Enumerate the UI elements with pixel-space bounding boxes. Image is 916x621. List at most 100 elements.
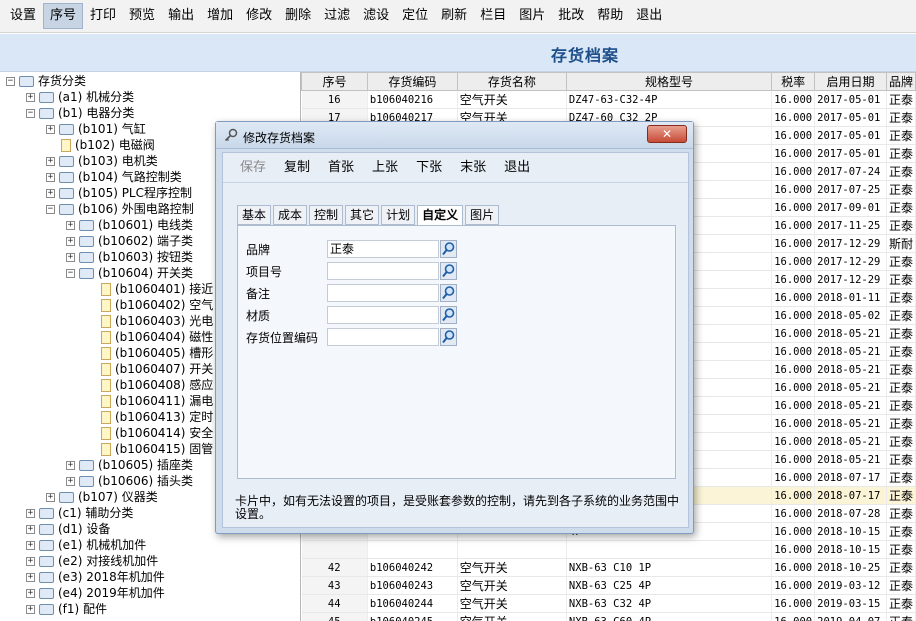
- tree-node[interactable]: (b102) 电磁阀: [46, 137, 155, 153]
- toolbar-button[interactable]: 上张: [363, 157, 407, 179]
- tree-node[interactable]: + (b101) 气缸: [46, 121, 146, 137]
- expand-icon[interactable]: +: [26, 541, 35, 550]
- tree-node[interactable]: (b1060411) 漏电: [86, 393, 213, 409]
- search-button[interactable]: [440, 306, 457, 324]
- tree-node[interactable]: + (e4) 2019年机加件: [26, 585, 165, 601]
- field-input[interactable]: [327, 328, 439, 346]
- tree-node[interactable]: + (b10601) 电线类: [66, 217, 193, 233]
- toolbar-button[interactable]: 下张: [407, 157, 451, 179]
- tree-node[interactable]: + (b105) PLC程序控制: [46, 185, 192, 201]
- menu-item[interactable]: 滤设: [357, 3, 395, 29]
- tab[interactable]: 其它: [345, 205, 380, 225]
- tree-node[interactable]: (b1060414) 安全: [86, 425, 213, 441]
- menu-item[interactable]: 刷新: [435, 3, 473, 29]
- tab[interactable]: 基本: [237, 205, 272, 225]
- toolbar-button[interactable]: 首张: [319, 157, 363, 179]
- expand-icon[interactable]: +: [66, 461, 75, 470]
- tree-node[interactable]: (b1060413) 定时: [86, 409, 213, 425]
- expand-icon[interactable]: +: [26, 509, 35, 518]
- menu-item[interactable]: 过滤: [318, 3, 356, 29]
- collapse-icon[interactable]: −: [6, 77, 15, 86]
- tree-node[interactable]: (b1060407) 开关: [86, 361, 213, 377]
- menu-item[interactable]: 帮助: [591, 3, 629, 29]
- table-row[interactable]: 16 b106040216 空气开关 DZ47-63-C32-4P 16.000 2017…: [301, 90, 916, 109]
- tab[interactable]: 自定义: [417, 205, 464, 227]
- expand-icon[interactable]: +: [26, 573, 35, 582]
- menu-item[interactable]: 删除: [279, 3, 317, 29]
- expand-icon[interactable]: +: [26, 605, 35, 614]
- tree-node[interactable]: + (f1) 配件: [26, 601, 107, 617]
- column-header[interactable]: 序号: [301, 72, 368, 91]
- search-button[interactable]: [440, 328, 457, 346]
- tree-node[interactable]: + (b10605) 插座类: [66, 457, 193, 473]
- expand-icon[interactable]: +: [46, 125, 55, 134]
- menu-item[interactable]: 增加: [201, 3, 239, 29]
- menu-item[interactable]: 修改: [240, 3, 278, 29]
- menu-item[interactable]: 定位: [396, 3, 434, 29]
- tree-node[interactable]: + (e3) 2018年机加件: [26, 569, 165, 585]
- tree-node[interactable]: (b1060403) 光电: [86, 313, 213, 329]
- tree-node[interactable]: (b1060404) 磁性: [86, 329, 213, 345]
- toolbar-button[interactable]: 退出: [495, 157, 539, 179]
- column-header[interactable]: 税率: [771, 72, 816, 91]
- collapse-icon[interactable]: −: [46, 205, 55, 214]
- tree-node[interactable]: + (b10606) 插头类: [66, 473, 193, 489]
- menu-item[interactable]: 打印: [84, 3, 122, 29]
- tab[interactable]: 控制: [309, 205, 344, 225]
- tab[interactable]: 成本: [273, 205, 308, 225]
- table-row[interactable]: 44 b106040244 空气开关 NXB-63 C32 4P 16.000 2019-…: [301, 594, 916, 613]
- column-header[interactable]: 规格型号: [565, 72, 773, 91]
- expand-icon[interactable]: +: [66, 237, 75, 246]
- table-row[interactable]: 45b106040245空气开关NXB-63 C60 4P16.0002019-…: [301, 612, 916, 621]
- expand-icon[interactable]: +: [66, 477, 75, 486]
- menu-item[interactable]: 设置: [4, 3, 42, 29]
- tab[interactable]: 计划: [381, 205, 416, 225]
- table-row[interactable]: 42 b106040242 空气开关 NXB-63 C10 1P 16.000 2018-…: [301, 558, 916, 577]
- expand-icon[interactable]: +: [26, 525, 35, 534]
- search-button[interactable]: [440, 262, 457, 280]
- tree-node[interactable]: + (e2) 对接线机加件: [26, 553, 158, 569]
- expand-icon[interactable]: +: [26, 557, 35, 566]
- tree-node[interactable]: + (b107) 仪器类: [46, 489, 158, 505]
- column-header[interactable]: 品牌: [885, 72, 916, 91]
- tab[interactable]: 图片: [465, 205, 500, 225]
- tree-node[interactable]: − (b106) 外围电路控制: [46, 201, 194, 217]
- field-input[interactable]: [327, 262, 439, 280]
- tree-node[interactable]: + (b10603) 按钮类: [66, 249, 193, 265]
- search-button[interactable]: [440, 240, 457, 258]
- field-input[interactable]: 正泰: [327, 240, 439, 258]
- tree-node[interactable]: − (b1) 电器分类: [26, 105, 134, 121]
- dialog-title-bar[interactable]: 修改存货档案 ✕: [216, 122, 693, 149]
- tree-node[interactable]: + (b104) 气路控制类: [46, 169, 182, 185]
- tree-node[interactable]: (b1060415) 固管: [86, 441, 213, 457]
- menu-item[interactable]: 栏目: [474, 3, 512, 29]
- toolbar-button[interactable]: 复制: [275, 157, 319, 179]
- close-button[interactable]: ✕: [647, 125, 687, 143]
- table-row[interactable]: 16.000 2018-10-15 正泰: [301, 540, 916, 559]
- expand-icon[interactable]: +: [46, 189, 55, 198]
- search-button[interactable]: [440, 284, 457, 302]
- tree-node[interactable]: + (d1) 设备: [26, 521, 110, 537]
- expand-icon[interactable]: +: [26, 93, 35, 102]
- expand-icon[interactable]: +: [46, 157, 55, 166]
- column-header[interactable]: 存货名称: [456, 72, 567, 91]
- tree-node[interactable]: − (b10604) 开关类: [66, 265, 193, 281]
- expand-icon[interactable]: +: [46, 173, 55, 182]
- expand-icon[interactable]: +: [66, 253, 75, 262]
- tree-node[interactable]: + (c1) 辅助分类: [26, 505, 133, 521]
- table-row[interactable]: 43 b106040243 空气开关 NXB-63 C25 4P 16.000 2019-…: [301, 576, 916, 595]
- tree-node[interactable]: (b1060401) 接近: [86, 281, 213, 297]
- toolbar-button[interactable]: 保存: [231, 157, 275, 179]
- toolbar-button[interactable]: 末张: [451, 157, 495, 179]
- column-header[interactable]: 存货编码: [366, 72, 458, 91]
- tree-node[interactable]: − 存货分类: [6, 73, 86, 89]
- tree-node[interactable]: (b1060408) 感应: [86, 377, 213, 393]
- menu-item[interactable]: 序号: [43, 3, 84, 29]
- tree-node[interactable]: + (b103) 电机类: [46, 153, 158, 169]
- menu-item[interactable]: 退出: [630, 3, 668, 29]
- collapse-icon[interactable]: −: [66, 269, 75, 278]
- menu-item[interactable]: 输出: [162, 3, 200, 29]
- tree-node[interactable]: (b1060405) 槽形: [86, 345, 213, 361]
- tree-node[interactable]: + (b10602) 端子类: [66, 233, 193, 249]
- expand-icon[interactable]: +: [66, 221, 75, 230]
